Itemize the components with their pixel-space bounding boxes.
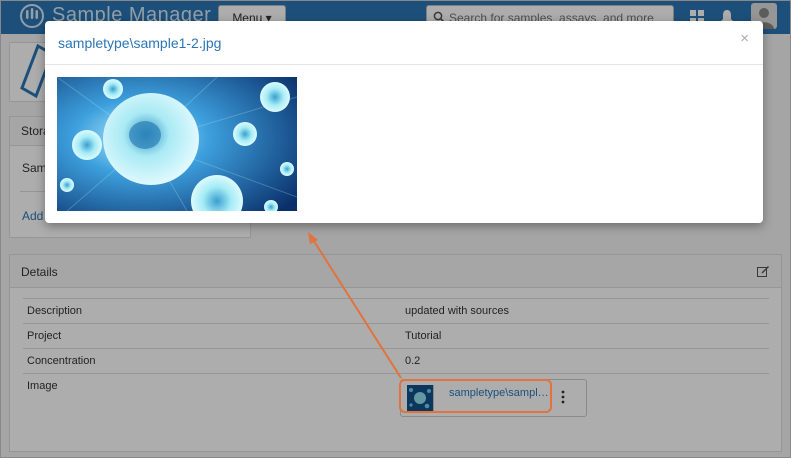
image-preview-modal: sampletype\sample1-2.jpg × xyxy=(45,21,763,223)
highlight-box xyxy=(399,379,552,413)
modal-title: sampletype\sample1-2.jpg xyxy=(58,35,222,51)
close-icon[interactable]: × xyxy=(740,30,749,47)
preview-image xyxy=(57,77,297,211)
modal-header: sampletype\sample1-2.jpg × xyxy=(45,21,763,65)
